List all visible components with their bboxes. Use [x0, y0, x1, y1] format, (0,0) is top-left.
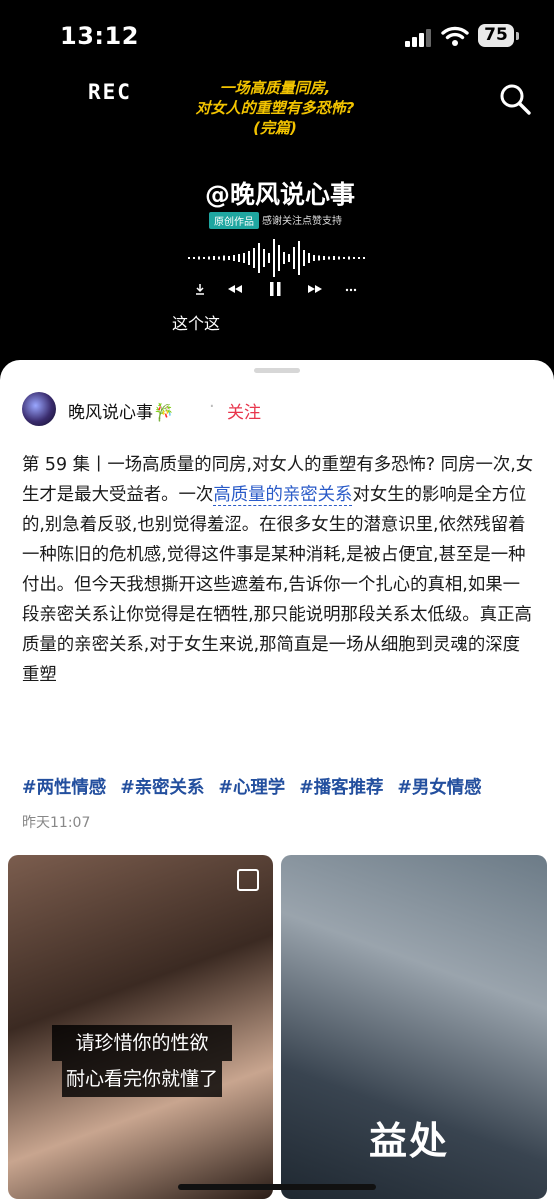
- search-icon[interactable]: [498, 82, 532, 116]
- image-caption-benefit: 益处: [369, 1119, 450, 1163]
- drag-handle[interactable]: [254, 368, 300, 373]
- original-tag: 原创作品: [209, 212, 259, 229]
- post-sheet: 晚风说心事🎋 · 关注 第 59 集丨一场高质量的同房,对女人的重塑有多恐怖? …: [0, 360, 554, 1199]
- rec-label: REC: [88, 80, 132, 104]
- post-image-2[interactable]: 益处: [281, 855, 547, 1199]
- hashtag[interactable]: #播客推荐: [299, 778, 383, 798]
- player-controls: [196, 282, 357, 296]
- post-description: 第 59 集丨一场高质量的同房,对女人的重塑有多恐怖? 同房一次,女生才是最大受…: [22, 455, 534, 685]
- video-subtitle: 这个这: [172, 314, 221, 333]
- status-time: 13:12: [60, 22, 139, 50]
- video-title: 一场高质量同房, 对女人的重塑有多恐怖? (完篇): [195, 79, 355, 137]
- image-caption-line2: 耐心看完你就懂了: [62, 1061, 222, 1097]
- thanks-text: 感谢关注点赞支持: [262, 216, 342, 227]
- hashtag[interactable]: #亲密关系: [120, 778, 204, 798]
- wifi-icon: [441, 26, 469, 46]
- status-bar: 13:12 75: [0, 0, 554, 70]
- hashtag[interactable]: #两性情感: [22, 778, 106, 798]
- forward-icon[interactable]: [308, 285, 322, 293]
- pause-icon[interactable]: [270, 282, 281, 296]
- post-timestamp: 昨天11:07: [22, 815, 91, 831]
- battery-icon: 75: [478, 24, 519, 47]
- download-icon[interactable]: [196, 284, 204, 295]
- hashtag[interactable]: #男女情感: [397, 778, 481, 798]
- keyword-link[interactable]: 高质量的亲密关系: [213, 485, 353, 506]
- image-caption-line1: 请珍惜你的性欲: [52, 1025, 232, 1061]
- separator-dot: ·: [209, 396, 215, 417]
- hashtag[interactable]: #心理学: [218, 778, 285, 798]
- more-icon[interactable]: [345, 288, 357, 292]
- rewind-icon[interactable]: [228, 285, 242, 293]
- avatar[interactable]: [22, 392, 56, 426]
- hashtag-row: #两性情感 #亲密关系 #心理学 #播客推荐 #男女情感: [22, 774, 490, 799]
- author-name[interactable]: 晚风说心事🎋: [68, 398, 174, 423]
- audio-waveform: [188, 239, 365, 277]
- post-image-1[interactable]: 请珍惜你的性欲 耐心看完你就懂了: [8, 855, 273, 1199]
- home-indicator[interactable]: [178, 1184, 376, 1190]
- multi-image-icon: [237, 869, 259, 891]
- video-player[interactable]: REC 一场高质量同房, 对女人的重塑有多恐怖? (完篇) @晚风说心事 原创作…: [0, 70, 554, 370]
- signal-icon: [405, 27, 433, 47]
- brand-logo-text: @晚风说心事: [205, 180, 356, 209]
- follow-button[interactable]: 关注: [227, 398, 261, 423]
- author-row: 晚风说心事🎋 · 关注: [22, 392, 542, 426]
